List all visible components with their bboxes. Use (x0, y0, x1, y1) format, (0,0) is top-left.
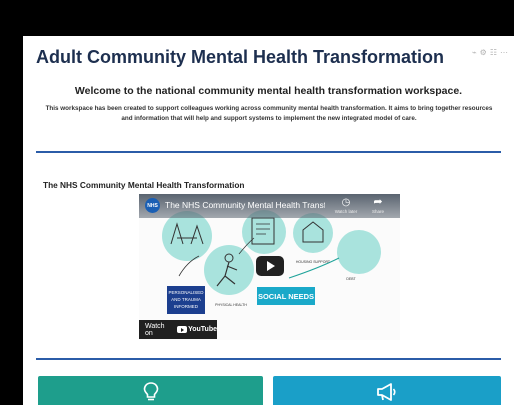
divider (36, 151, 501, 153)
settings-icon[interactable]: ⚙ (480, 48, 487, 58)
page-canvas: Adult Community Mental Health Transforma… (23, 36, 514, 405)
art-label-debt: DEBT (346, 277, 356, 281)
art-label-physical-health: PHYSICAL HEALTH (215, 303, 247, 307)
share-label: Share (371, 209, 384, 214)
share-icon[interactable]: ➦ (371, 196, 385, 208)
page-toolbar: ⌁ ⚙ ☷ ⋯ (472, 48, 508, 58)
welcome-heading: Welcome to the national community mental… (74, 85, 463, 97)
resource-card-megaphone[interactable] (273, 376, 501, 405)
play-icon (267, 261, 275, 271)
art-label-personalised-2: AND TRAUMA (171, 297, 201, 302)
youtube-logo: YouTube (177, 326, 217, 333)
channel-avatar[interactable]: NHS (145, 198, 160, 213)
lightbulb-icon (143, 382, 158, 401)
video-title[interactable]: The NHS Community Mental Health Transfo.… (165, 200, 325, 210)
video-embed[interactable]: PERSONALISED AND TRAUMA INFORMED PHYSICA… (139, 194, 400, 340)
intro-text: This workspace has been created to suppo… (45, 105, 493, 122)
watch-on-label: Watch on (145, 322, 165, 337)
megaphone-icon (377, 383, 396, 401)
art-label-personalised-1: PERSONALISED (168, 290, 204, 295)
play-button[interactable] (256, 256, 284, 276)
rss-icon[interactable]: ⌁ (472, 48, 477, 58)
watch-later-label: Watch later (334, 209, 358, 214)
youtube-label: YouTube (188, 326, 217, 333)
resource-card-lightbulb[interactable] (38, 376, 263, 405)
art-label-housing: HOUSING SUPPORT (296, 260, 331, 264)
divider (36, 358, 501, 360)
clock-icon[interactable]: ◷ (339, 197, 353, 209)
section-heading: The NHS Community Mental Health Transfor… (43, 180, 245, 190)
watch-on-youtube-button[interactable]: Watch on YouTube (139, 320, 217, 339)
art-label-social-needs: SOCIAL NEEDS (258, 292, 314, 301)
grid-icon[interactable]: ☷ (490, 48, 497, 58)
art-label-personalised-3: INFORMED (174, 304, 199, 309)
page-title: Adult Community Mental Health Transforma… (36, 47, 445, 67)
youtube-icon (177, 326, 188, 333)
more-icon[interactable]: ⋯ (500, 48, 508, 58)
